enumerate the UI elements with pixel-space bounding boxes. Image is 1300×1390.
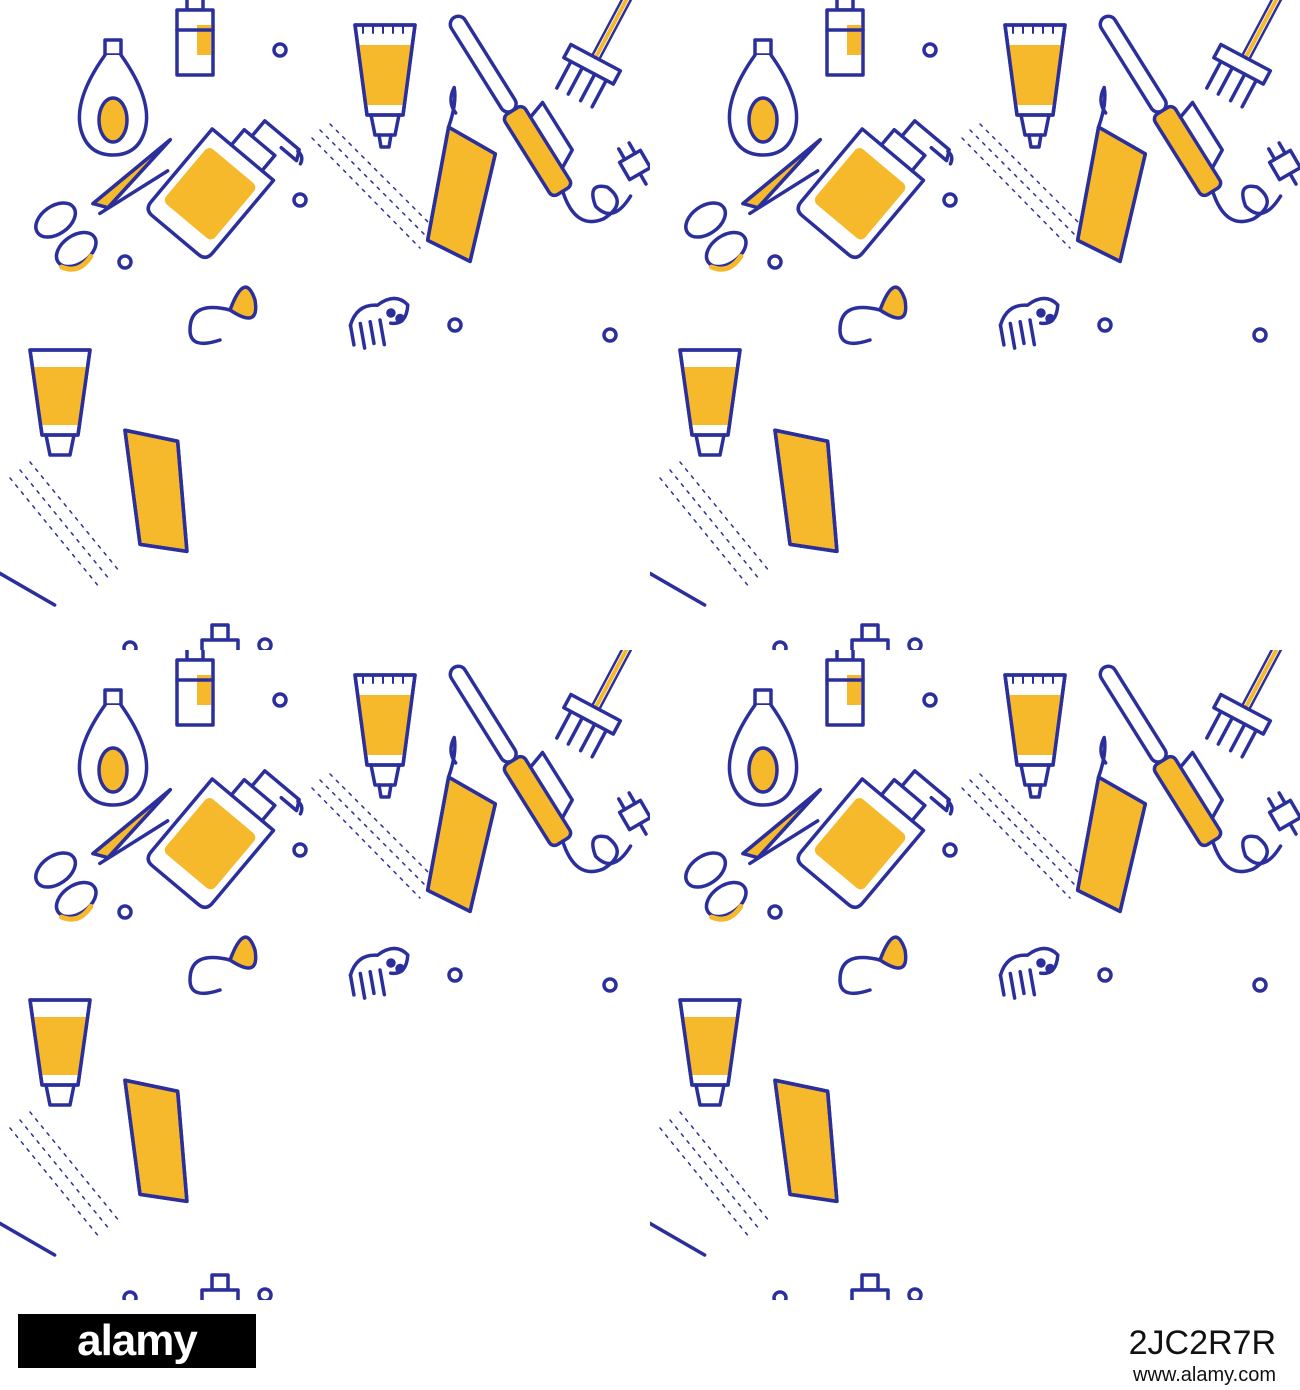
pattern-canvas — [0, 0, 1300, 1300]
alamy-logo[interactable]: alamy — [18, 1314, 256, 1368]
image-id: 2JC2R7R — [1128, 1324, 1276, 1362]
stock-footer: alamy 2JC2R7R www.alamy.com — [0, 1300, 1300, 1390]
site-url[interactable]: www.alamy.com — [1133, 1364, 1276, 1387]
hairdressing-pattern — [0, 0, 1300, 1300]
